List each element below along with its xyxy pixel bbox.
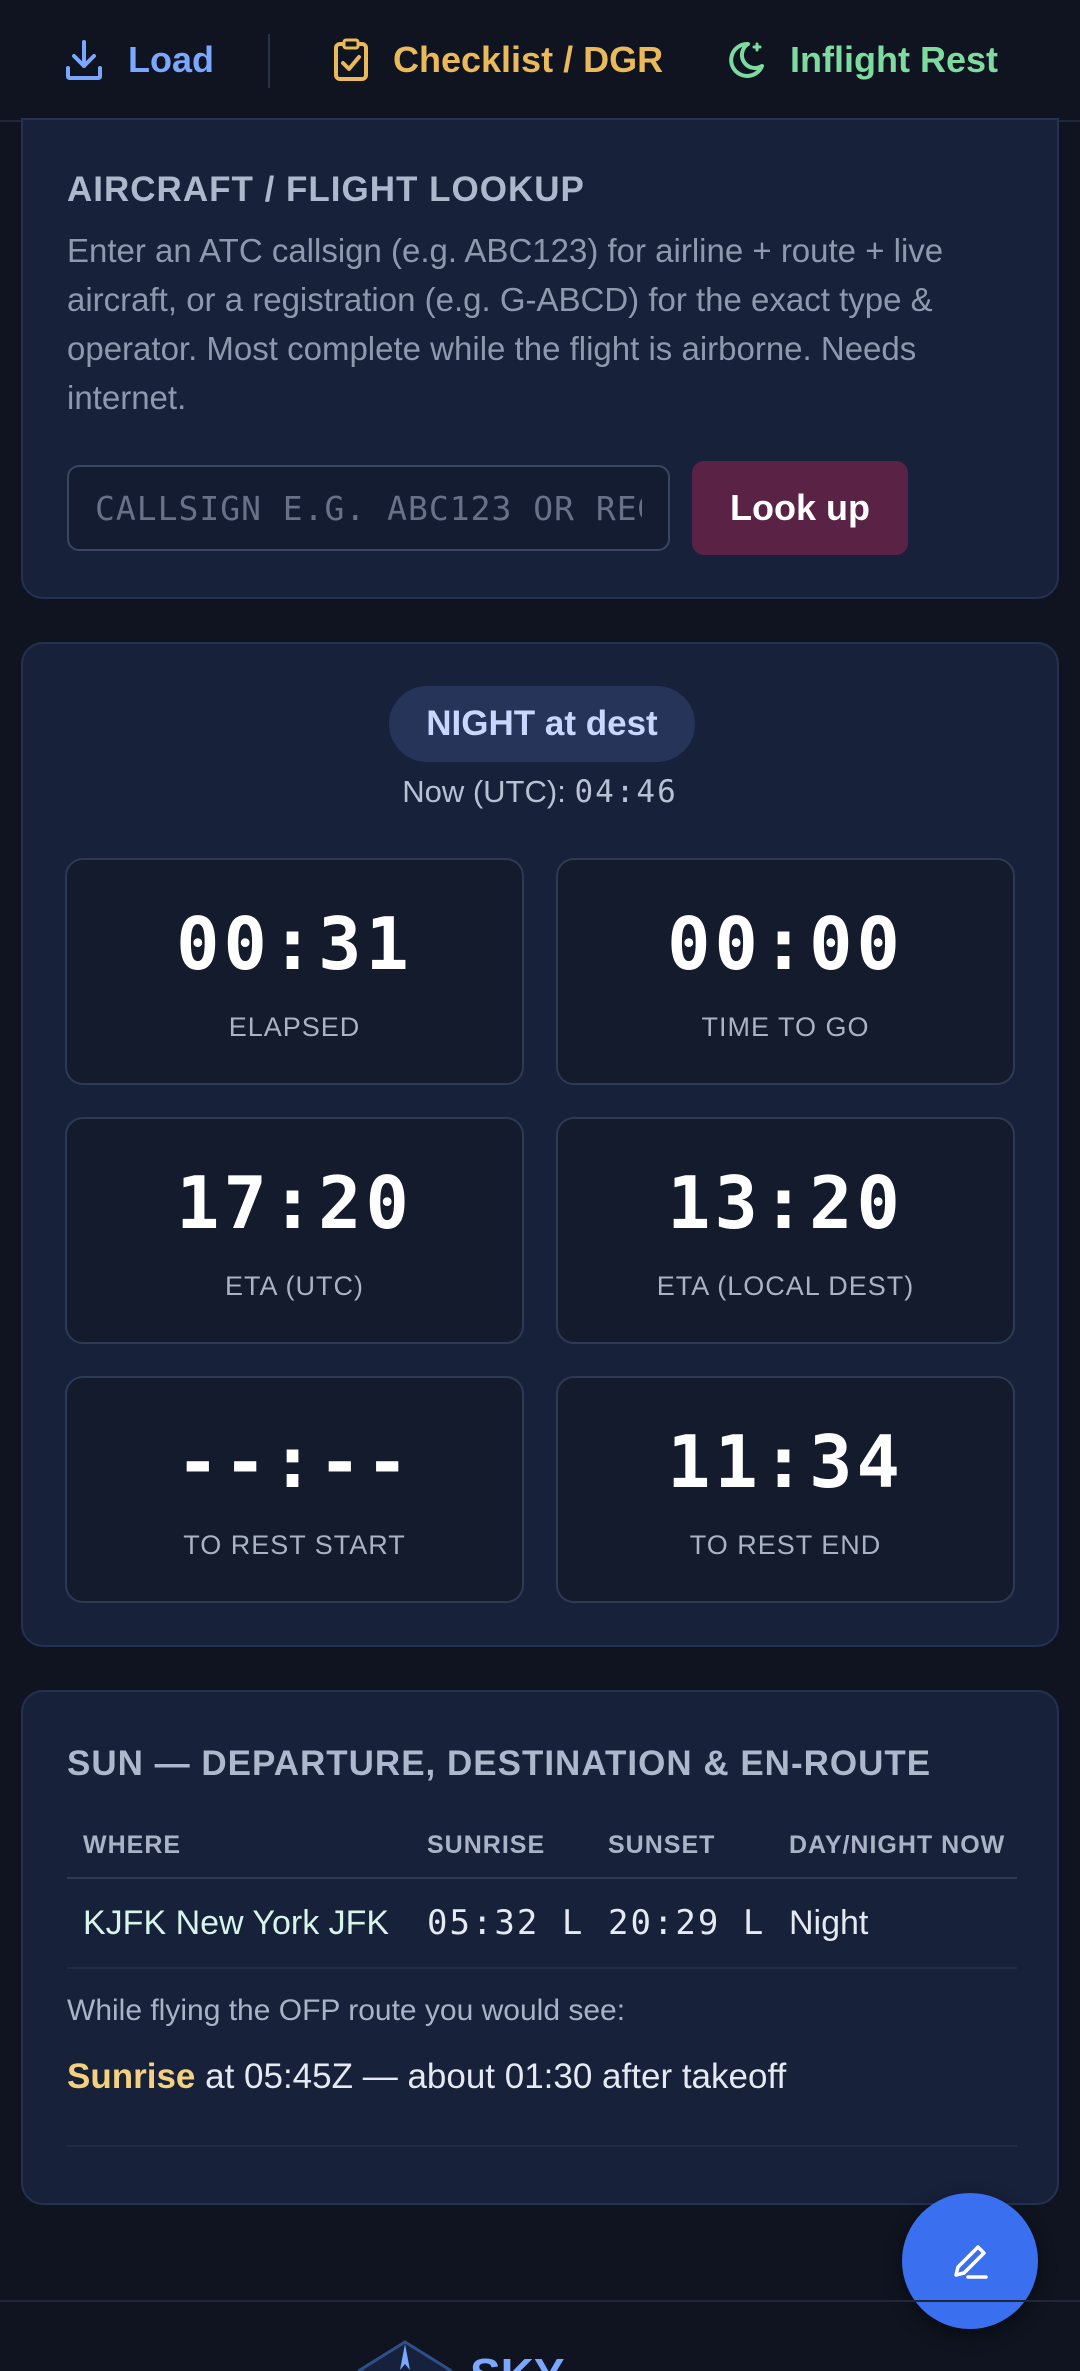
status-badge: NIGHT at dest [389, 686, 695, 762]
load-label: Load [128, 39, 214, 80]
time-to-go-value: 00:00 [667, 902, 904, 986]
flight-timer-card: NIGHT at dest Now (UTC): 04:46 00:31 ELA… [21, 642, 1059, 1647]
current-utc-time: Now (UTC): 04:46 [23, 774, 1057, 810]
eta-local-label: ETA (LOCAL DEST) [656, 1271, 915, 1301]
download-icon [66, 40, 102, 80]
column-header-where: WHERE [67, 1814, 411, 1879]
nav-divider [268, 34, 270, 88]
route-event-text: at 05:45Z — about 01:30 after takeoff [195, 2057, 787, 2096]
column-header-daynight: DAY/NIGHT NOW [773, 1814, 1017, 1879]
pencil-icon [954, 2245, 988, 2279]
rest-end-value: 11:34 [667, 1420, 904, 1504]
checklist-dgr-button[interactable]: Checklist / DGR [333, 0, 663, 121]
rest-start-tile: --:-- TO REST START [65, 1376, 524, 1603]
lookup-title: AIRCRAFT / FLIGHT LOOKUP [67, 170, 585, 209]
eta-utc-tile: 17:20 ETA (UTC) [65, 1117, 524, 1344]
column-header-sunrise: SUNRISE [411, 1814, 592, 1879]
rest-start-label: TO REST START [183, 1530, 406, 1560]
clipboard-check-icon [334, 38, 368, 81]
aircraft-lookup-card: AIRCRAFT / FLIGHT LOOKUP Enter an ATC ca… [21, 118, 1059, 599]
checklist-label: Checklist / DGR [393, 39, 664, 80]
top-nav: Load Checklist / DGR Inflight Rest [0, 0, 1080, 122]
rest-start-value: --:-- [176, 1420, 413, 1504]
time-to-go-tile: 00:00 TIME TO GO [556, 858, 1015, 1085]
eta-local-dest-tile: 13:20 ETA (LOCAL DEST) [556, 1117, 1015, 1344]
elapsed-tile: 00:31 ELAPSED [65, 858, 524, 1085]
elapsed-value: 00:31 [176, 902, 413, 986]
edit-fab-button[interactable] [902, 2193, 1038, 2329]
eta-local-value: 13:20 [667, 1161, 904, 1245]
elapsed-label: ELAPSED [228, 1012, 361, 1042]
route-event-name: Sunrise [67, 2057, 196, 2096]
now-value: 04:46 [574, 774, 678, 810]
where-cell: KJFK New York JFK [67, 1878, 411, 1969]
sun-title: SUN — DEPARTURE, DESTINATION & EN-ROUTE [67, 1744, 932, 1783]
daynight-cell: Night [773, 1878, 1017, 1969]
footer-divider [0, 2300, 1080, 2302]
eta-utc-value: 17:20 [176, 1161, 413, 1245]
sun-table: WHERE SUNRISE SUNSET DAY/NIGHT NOW KJFK … [67, 1814, 1017, 1969]
sun-times-card: SUN — DEPARTURE, DESTINATION & EN-ROUTE … [21, 1690, 1059, 2205]
rest-end-label: TO REST END [689, 1530, 882, 1560]
inflight-rest-button[interactable]: Inflight Rest [726, 0, 998, 121]
rest-label: Inflight Rest [790, 39, 998, 80]
time-to-go-label: TIME TO GO [701, 1012, 870, 1042]
logo-icon [357, 2340, 453, 2371]
route-intro: While flying the OFP route you would see… [67, 1994, 626, 2027]
lookup-description: Enter an ATC callsign (e.g. ABC123) for … [67, 232, 944, 416]
moon-icon [729, 41, 764, 78]
footer-logo: SKY [350, 2340, 570, 2371]
footer-logo-text: SKY [470, 2348, 565, 2371]
eta-utc-label: ETA (UTC) [225, 1271, 364, 1301]
sunset-cell: 20:29 L [592, 1878, 773, 1969]
load-button[interactable]: Load [64, 0, 214, 121]
sunrise-cell: 05:32 L [411, 1878, 592, 1969]
rest-end-tile: 11:34 TO REST END [556, 1376, 1015, 1603]
column-header-sunset: SUNSET [592, 1814, 773, 1879]
table-header-row: WHERE SUNRISE SUNSET DAY/NIGHT NOW [67, 1814, 1017, 1879]
table-row: KJFK New York JFK 05:32 L 20:29 L Night [67, 1878, 1017, 1969]
now-label: Now (UTC): [402, 774, 575, 809]
route-event: Sunrise at 05:45Z — about 01:30 after ta… [67, 2057, 1017, 2147]
callsign-input[interactable] [67, 465, 670, 551]
look-up-button[interactable]: Look up [692, 461, 908, 555]
